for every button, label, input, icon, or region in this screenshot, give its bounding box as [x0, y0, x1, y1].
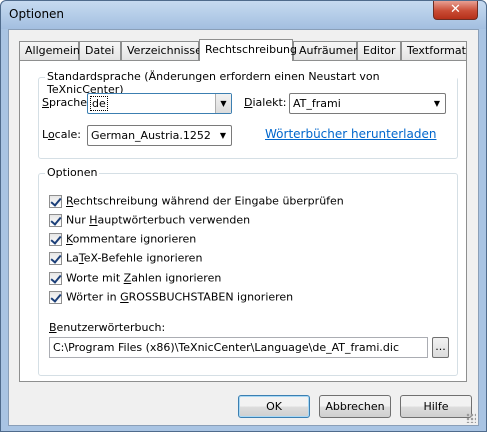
option-ignore-comments[interactable]: Kommentare ignorieren — [49, 232, 196, 248]
tab-rechtschreibung[interactable]: Rechtschreibung — [199, 39, 297, 61]
options-group-title: Optionen — [45, 166, 100, 179]
resize-grip-icon[interactable] — [466, 413, 476, 423]
option-main-dictionary-only[interactable]: Nur Hauptwörterbuch verwenden — [49, 213, 250, 229]
sprache-value: de — [90, 96, 108, 111]
checkbox-checked[interactable] — [49, 271, 62, 285]
download-dictionaries-link[interactable]: Wörterbücher herunterladen — [265, 127, 436, 141]
user-dictionary-label: Benutzerwörterbuch: — [49, 321, 166, 334]
options-dialog: Optionen ✕ Allgemein Datei Verzeichnisse… — [0, 0, 487, 432]
close-button[interactable]: ✕ — [433, 1, 478, 20]
window-title: Optionen — [9, 7, 65, 21]
tab-datei[interactable]: Datei — [79, 41, 121, 60]
checkbox-checked[interactable] — [49, 194, 62, 208]
locale-select[interactable]: German_Austria.1252 ▼ — [87, 125, 232, 146]
option-ignore-latex-commands[interactable]: LaTeX-Befehle ignorieren — [49, 251, 202, 267]
checkbox-checked[interactable] — [49, 251, 62, 265]
standard-language-group: Standardsprache (Änderungen erfordern ei… — [38, 70, 458, 159]
locale-value: German_Austria.1252 — [91, 129, 211, 142]
option-spellcheck-while-typing[interactable]: Rechtschreibung während der Eingabe über… — [49, 194, 344, 210]
user-dictionary-path-field[interactable]: C:\Program Files (x86)\TeXnicCenter\Lang… — [49, 337, 428, 358]
locale-label: Locale: — [42, 128, 81, 141]
chevron-down-icon: ▼ — [215, 94, 231, 113]
cancel-button[interactable]: Abbrechen — [319, 395, 391, 418]
checkbox-checked[interactable] — [49, 290, 62, 304]
option-ignore-uppercase-words[interactable]: Wörter in GROSSBUCHSTABEN ignorieren — [49, 290, 293, 306]
browse-button[interactable]: ... — [432, 337, 449, 358]
tab-editor[interactable]: Editor — [357, 41, 401, 60]
sprache-select[interactable]: de ▼ — [87, 93, 232, 114]
checkbox-checked[interactable] — [49, 213, 62, 227]
chevron-down-icon: ▼ — [433, 99, 441, 108]
chevron-down-icon: ▼ — [219, 131, 227, 140]
dialekt-label: Dialekt: — [244, 96, 287, 109]
user-dictionary-path-value: C:\Program Files (x86)\TeXnicCenter\Lang… — [53, 341, 400, 354]
help-button[interactable]: Hilfe — [400, 395, 472, 418]
tab-aufraeumen[interactable]: Aufräumen — [293, 41, 360, 60]
tab-panel-rechtschreibung: Standardsprache (Änderungen erfordern ei… — [19, 60, 467, 382]
sprache-label: Sprache: — [42, 96, 91, 109]
option-ignore-words-with-numbers[interactable]: Worte mit Zahlen ignorieren — [49, 271, 221, 287]
checkbox-checked[interactable] — [49, 232, 62, 246]
tab-allgemein[interactable]: Allgemein — [19, 41, 80, 60]
dialekt-value: AT_frami — [293, 97, 341, 110]
options-group: Optionen Rechtschreibung während der Ein… — [38, 166, 458, 376]
dialog-client-area: Allgemein Datei Verzeichnisse Rechtschre… — [8, 29, 479, 426]
tab-textformat[interactable]: Textformat — [401, 41, 467, 60]
tab-verzeichnisse[interactable]: Verzeichnisse — [121, 41, 202, 60]
ok-button[interactable]: OK — [238, 395, 310, 418]
title-bar[interactable]: Optionen ✕ — [1, 1, 486, 29]
dialekt-select[interactable]: AT_frami ▼ — [289, 93, 446, 114]
